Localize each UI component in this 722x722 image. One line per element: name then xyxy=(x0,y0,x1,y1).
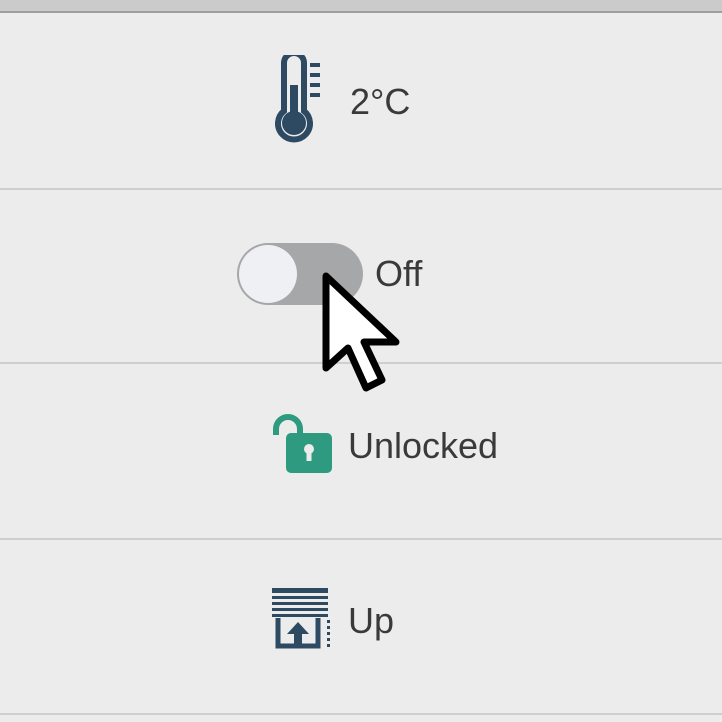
unlocked-padlock-icon[interactable] xyxy=(270,411,334,480)
top-border xyxy=(0,0,722,13)
thermometer-icon xyxy=(270,50,322,148)
cover-entity[interactable]: Up xyxy=(270,586,394,655)
lock-state-label: Unlocked xyxy=(348,424,499,466)
switch-state-label: Off xyxy=(375,253,423,294)
switch-entity[interactable]: Off xyxy=(237,243,422,305)
lock-entity[interactable]: Unlocked xyxy=(270,411,498,480)
temperature-entity: 2°C xyxy=(270,50,411,148)
temperature-row: 2°C xyxy=(0,13,722,190)
switch-row: Off xyxy=(0,190,722,364)
toggle-switch[interactable] xyxy=(237,243,363,305)
cover-row: Up xyxy=(0,540,722,715)
cover-state-label: Up xyxy=(348,599,395,641)
toggle-knob xyxy=(239,245,297,303)
lock-row: Unlocked xyxy=(0,364,722,540)
temperature-value: 2°C xyxy=(350,80,411,122)
window-blind-up-icon[interactable] xyxy=(270,586,334,655)
